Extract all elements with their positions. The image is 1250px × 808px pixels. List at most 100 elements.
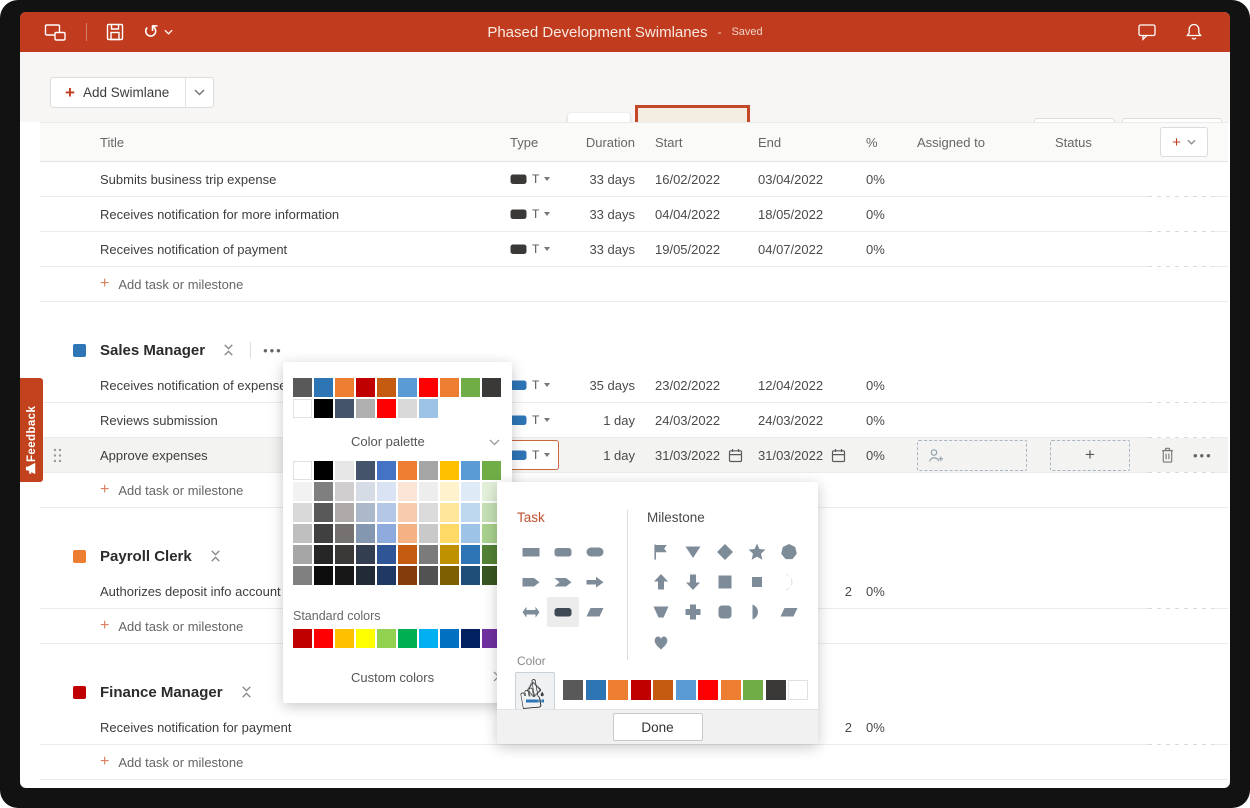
color-swatch[interactable]: [653, 680, 673, 700]
color-swatch[interactable]: [398, 545, 417, 564]
type-selector[interactable]: T: [510, 207, 550, 221]
color-swatch[interactable]: [586, 680, 606, 700]
color-swatch[interactable]: [356, 482, 375, 501]
undo-button[interactable]: ↺: [143, 23, 173, 42]
color-swatch[interactable]: [676, 680, 696, 700]
color-swatch[interactable]: [608, 680, 628, 700]
color-swatch[interactable]: [335, 482, 354, 501]
start-date-cell[interactable]: 31/03/2022: [638, 448, 755, 463]
color-swatch[interactable]: [440, 629, 459, 648]
color-swatch[interactable]: [293, 503, 312, 522]
color-swatch[interactable]: [461, 566, 480, 585]
shape-option-rectangle[interactable]: [515, 537, 547, 567]
color-swatch[interactable]: [293, 482, 312, 501]
color-swatch[interactable]: [743, 680, 763, 700]
color-swatch[interactable]: [377, 566, 396, 585]
color-swatch[interactable]: [293, 461, 312, 480]
color-swatch[interactable]: [398, 399, 417, 418]
assign-person-button[interactable]: [917, 440, 1027, 471]
color-swatch[interactable]: [419, 524, 438, 543]
color-swatch[interactable]: [563, 680, 583, 700]
color-swatch[interactable]: [356, 503, 375, 522]
color-swatch[interactable]: [398, 482, 417, 501]
shape-option-heart[interactable]: [645, 627, 677, 657]
color-swatch[interactable]: [314, 566, 333, 585]
color-swatch[interactable]: [314, 461, 333, 480]
color-swatch[interactable]: [419, 545, 438, 564]
color-swatch[interactable]: [419, 482, 438, 501]
table-row[interactable]: Receives notification of paymentT33 days…: [40, 232, 1228, 267]
shape-option-square-rounded[interactable]: [709, 597, 741, 627]
shape-option-arrow-right[interactable]: [579, 567, 611, 597]
table-row[interactable]: Receives notification of expense cT35 da…: [40, 368, 1228, 403]
color-swatch[interactable]: [419, 461, 438, 480]
color-swatch[interactable]: [314, 378, 333, 397]
table-row[interactable]: Reviews submissionT1 day24/03/202224/03/…: [40, 403, 1228, 438]
shape-option-diamond[interactable]: [709, 537, 741, 567]
shape-option-crescent[interactable]: [773, 567, 805, 597]
color-swatch[interactable]: [314, 524, 333, 543]
shape-option-semicircle[interactable]: [741, 597, 773, 627]
color-swatch[interactable]: [461, 461, 480, 480]
color-swatch[interactable]: [440, 482, 459, 501]
color-swatch[interactable]: [398, 461, 417, 480]
shape-option-cross[interactable]: [677, 597, 709, 627]
add-swimlane-dropdown[interactable]: [185, 78, 213, 107]
color-swatch[interactable]: [335, 566, 354, 585]
color-swatch[interactable]: [314, 545, 333, 564]
color-swatch[interactable]: [440, 378, 459, 397]
color-swatch[interactable]: [335, 399, 354, 418]
shape-option-square[interactable]: [709, 567, 741, 597]
color-swatch[interactable]: [314, 482, 333, 501]
color-swatch[interactable]: [356, 378, 375, 397]
shape-option-trapezoid-down[interactable]: [645, 597, 677, 627]
color-swatch[interactable]: [293, 545, 312, 564]
type-selector[interactable]: T: [510, 172, 550, 186]
color-swatch[interactable]: [293, 524, 312, 543]
color-swatch[interactable]: [377, 524, 396, 543]
shape-option-gear[interactable]: [773, 537, 805, 567]
shape-option-rounded-rectangle[interactable]: [547, 537, 579, 567]
color-swatch[interactable]: [293, 566, 312, 585]
color-swatch[interactable]: [398, 566, 417, 585]
collapse-icon[interactable]: [208, 548, 223, 564]
color-swatch[interactable]: [440, 503, 459, 522]
color-swatch[interactable]: [314, 503, 333, 522]
color-swatch[interactable]: [698, 680, 718, 700]
shape-option-star[interactable]: [741, 537, 773, 567]
color-swatch[interactable]: [766, 680, 786, 700]
color-swatch[interactable]: [440, 545, 459, 564]
shape-option-flag[interactable]: [645, 537, 677, 567]
color-swatch[interactable]: [335, 378, 354, 397]
shape-option-rounded-rectangle[interactable]: [547, 597, 579, 627]
color-swatch[interactable]: [356, 629, 375, 648]
drag-handle-icon[interactable]: [53, 448, 100, 463]
color-swatch[interactable]: [356, 461, 375, 480]
add-task-or-milestone-button[interactable]: +Add task or milestone: [40, 745, 1228, 780]
calendar-icon[interactable]: [728, 448, 743, 463]
feedback-tab[interactable]: Feedback: [20, 378, 43, 482]
color-swatch[interactable]: [377, 629, 396, 648]
color-swatch[interactable]: [788, 680, 808, 700]
color-swatch[interactable]: [377, 378, 396, 397]
color-swatch[interactable]: [335, 503, 354, 522]
save-icon[interactable]: [105, 22, 125, 42]
color-swatch[interactable]: [398, 524, 417, 543]
shape-option-pentagon-right[interactable]: [515, 567, 547, 597]
shape-option-square-small[interactable]: [741, 567, 773, 597]
shape-option-arrow-up[interactable]: [645, 567, 677, 597]
color-palette-dropdown[interactable]: Color palette: [293, 434, 502, 449]
color-swatch[interactable]: [461, 378, 480, 397]
calendar-icon[interactable]: [831, 448, 846, 463]
color-swatch[interactable]: [440, 461, 459, 480]
custom-colors-button[interactable]: Custom colors: [293, 670, 502, 685]
color-swatch[interactable]: [314, 629, 333, 648]
color-swatch[interactable]: [377, 461, 396, 480]
color-swatch[interactable]: [398, 629, 417, 648]
color-swatch[interactable]: [356, 524, 375, 543]
color-swatch[interactable]: [356, 545, 375, 564]
color-swatch[interactable]: [419, 566, 438, 585]
app-logo-icon[interactable]: [44, 23, 68, 42]
color-swatch[interactable]: [721, 680, 741, 700]
color-swatch[interactable]: [356, 566, 375, 585]
